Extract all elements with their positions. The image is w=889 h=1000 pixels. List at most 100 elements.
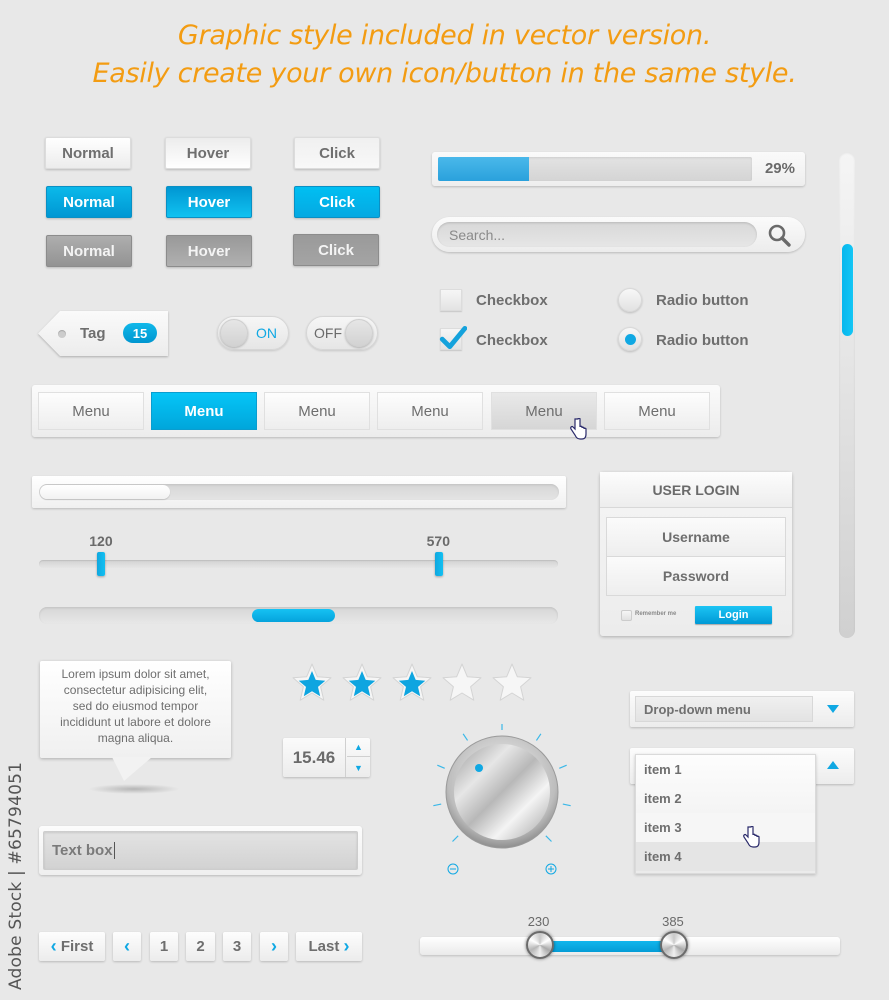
progress-fill [438, 157, 530, 181]
toggle-off-label: OFF [314, 325, 342, 341]
toggle-knob[interactable] [220, 319, 248, 347]
star-filled-icon[interactable] [340, 660, 384, 704]
radio-label: Radio button [656, 332, 749, 349]
text-box-container: Text box [39, 826, 362, 875]
search-icon[interactable] [766, 222, 792, 248]
dropdown-item[interactable]: item 4 [636, 842, 815, 871]
range-high-value: 570 [426, 533, 450, 549]
tooltip-tail [112, 757, 152, 781]
hand-cursor-icon [570, 418, 587, 440]
vertical-scrollbar[interactable] [839, 152, 855, 638]
knob-plus-icon [545, 863, 557, 875]
range-slider-handle-low[interactable] [97, 552, 106, 576]
chevron-down-icon [827, 705, 839, 713]
login-button[interactable]: Login [695, 606, 772, 624]
username-field[interactable]: Username [606, 517, 786, 557]
star-empty-icon[interactable] [490, 660, 534, 704]
menu-item[interactable]: Menu [604, 392, 710, 430]
radio-unselected[interactable] [618, 288, 642, 312]
knob-minus-icon [447, 863, 459, 875]
dropdown-item[interactable]: item 2 [636, 784, 815, 813]
text-box[interactable]: Text box [43, 831, 358, 870]
dropdown-item[interactable]: item 1 [636, 755, 815, 784]
menu-item[interactable]: Menu [264, 392, 370, 430]
search-input[interactable] [437, 222, 757, 247]
pagination-page-1[interactable]: 1 [150, 932, 178, 961]
tooltip-line: magna aliqua. [97, 731, 174, 745]
blue-hover-button[interactable]: Hover [166, 186, 252, 218]
dual-range-slider[interactable] [420, 931, 840, 959]
pill-slider-track[interactable] [39, 607, 558, 624]
pagination-page-2[interactable]: 2 [186, 932, 215, 961]
search-bar [432, 217, 805, 252]
blue-click-button[interactable]: Click [294, 186, 380, 218]
gray-hover-button[interactable]: Hover [166, 235, 252, 267]
tooltip-bubble: Lorem ipsum dolor sit amet, consectetur … [40, 661, 231, 758]
knob-tick [559, 764, 567, 769]
radio-selected[interactable] [618, 327, 642, 351]
menu-item[interactable]: Menu [377, 392, 483, 430]
pill-slider-thumb[interactable] [252, 609, 335, 622]
stepper-up-button[interactable]: ▲ [347, 738, 370, 757]
star-empty-icon[interactable] [440, 660, 484, 704]
checkbox-checked[interactable] [439, 325, 467, 350]
triangle-down-icon: ▼ [354, 762, 363, 773]
stock-watermark: Adobe Stock | #65794051 [6, 761, 26, 990]
pagination-first-button[interactable]: ‹ First [39, 932, 105, 961]
radio-label: Radio button [656, 292, 749, 309]
menu-item-active[interactable]: Menu [151, 392, 257, 430]
dropdown-label: Drop-down menu [635, 696, 813, 722]
password-field[interactable]: Password [606, 556, 786, 596]
last-label: Last [308, 938, 340, 955]
dropdown-item-hovered[interactable]: item 3 [636, 813, 815, 842]
checkbox-unchecked[interactable] [440, 289, 462, 311]
toggle-off[interactable]: OFF [306, 316, 378, 350]
checkmark-icon [439, 325, 467, 350]
vertical-scrollbar-thumb[interactable] [842, 244, 853, 336]
pagination-page-3[interactable]: 3 [223, 932, 251, 961]
rotary-knob[interactable] [430, 724, 580, 876]
white-normal-button[interactable]: Normal [45, 137, 131, 169]
pagination-next-button[interactable]: › [260, 932, 288, 961]
tag-count-badge: 15 [123, 323, 157, 343]
dual-range-handle-high[interactable] [660, 931, 689, 959]
toggle-knob[interactable] [345, 319, 373, 347]
hand-cursor-icon [743, 826, 760, 848]
gray-click-button[interactable]: Click [293, 234, 379, 266]
dual-range-fill [539, 941, 675, 952]
gray-normal-button[interactable]: Normal [46, 235, 132, 267]
stepper-value[interactable]: 15.46 [283, 738, 346, 777]
dropdown-closed[interactable]: Drop-down menu [630, 691, 854, 727]
toggle-on-label: ON [256, 325, 277, 341]
remember-me-checkbox[interactable] [621, 610, 632, 621]
pagination-prev-button[interactable]: ‹ [113, 932, 141, 961]
dual-range-handle-low[interactable] [525, 931, 554, 959]
scrollbar-track[interactable] [39, 484, 559, 500]
knob-tick [452, 835, 459, 842]
scrollbar-thumb[interactable] [40, 485, 170, 499]
headline-line-1: Graphic style included in vector version… [177, 20, 712, 51]
checkbox-label: Checkbox [476, 332, 548, 349]
range-slider-handle-high[interactable] [434, 552, 443, 576]
knob-tick [545, 835, 552, 842]
chevron-left-icon: ‹ [50, 936, 57, 956]
star-filled-icon[interactable] [290, 660, 334, 704]
login-title: USER LOGIN [600, 472, 792, 508]
menu-item[interactable]: Menu [38, 392, 144, 430]
radio-dot-icon [625, 334, 636, 345]
chevron-right-icon: › [271, 936, 277, 956]
white-click-button[interactable]: Click [294, 137, 380, 169]
toggle-on[interactable]: ON [217, 316, 289, 350]
pagination-last-button[interactable]: Last › [296, 932, 362, 961]
blue-normal-button[interactable]: Normal [46, 186, 132, 218]
headline-line-2: Easily create your own icon/button in th… [92, 58, 797, 89]
range-low-value: 120 [89, 533, 113, 549]
tooltip-line: consectetur adipisicing elit, [63, 683, 208, 697]
white-hover-button[interactable]: Hover [165, 137, 251, 169]
knob-tick [535, 733, 542, 741]
star-filled-icon[interactable] [390, 660, 434, 704]
knob-tick [437, 764, 445, 769]
chevron-up-icon [827, 761, 839, 769]
stepper-down-button[interactable]: ▼ [347, 758, 370, 777]
range-slider-track[interactable] [39, 560, 558, 568]
